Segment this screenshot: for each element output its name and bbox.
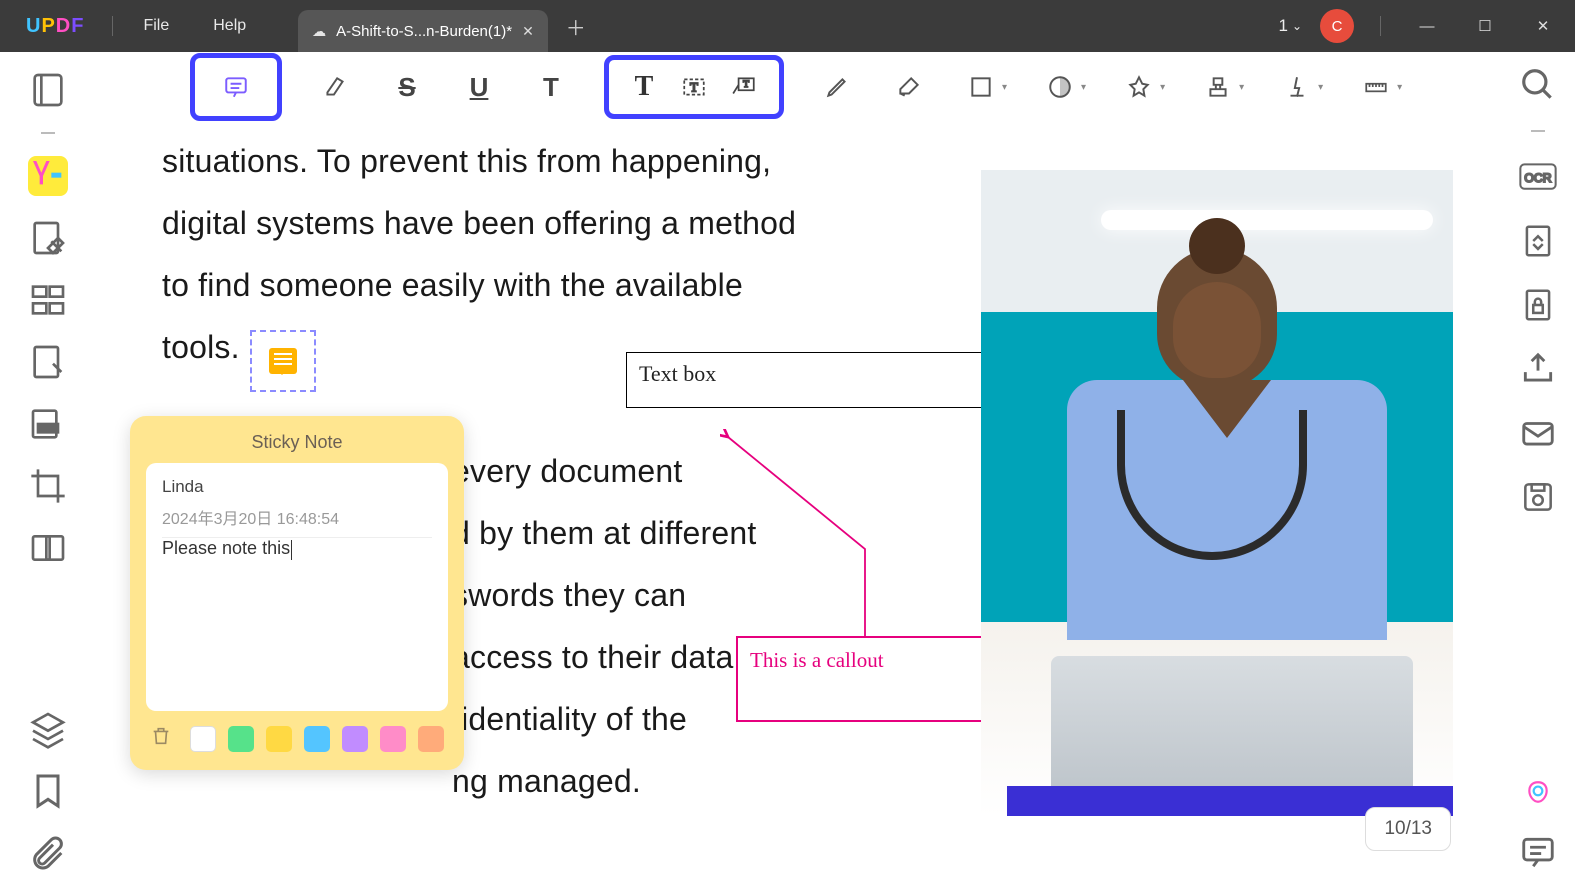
sticky-body: Linda 2024年3月20日 16:48:54 Please note th… bbox=[146, 463, 448, 711]
comment-tool[interactable] bbox=[28, 156, 68, 196]
share-tool[interactable] bbox=[1519, 350, 1557, 388]
menu-help[interactable]: Help bbox=[191, 17, 268, 35]
color-orange[interactable] bbox=[418, 726, 444, 752]
text-tools-selection: T T T bbox=[604, 55, 784, 119]
annotation-toolbar: S U T T T T ▾ ▾ ▾ ▾ ▾ ▾ bbox=[190, 58, 1402, 116]
callout-annotation[interactable]: This is a callout bbox=[736, 636, 1020, 722]
sticky-note-marker[interactable] bbox=[250, 330, 316, 392]
page: situations. To prevent this from happeni… bbox=[102, 124, 1491, 887]
cloud-icon: ☁ bbox=[312, 23, 326, 40]
color-white[interactable] bbox=[190, 726, 216, 752]
highlight-tool[interactable] bbox=[316, 68, 354, 106]
sticky-note-selection bbox=[190, 53, 282, 121]
eraser-tool[interactable] bbox=[890, 68, 928, 106]
document-tab[interactable]: ☁ A-Shift-to-S...n-Burden(1)* ✕ bbox=[298, 10, 548, 52]
tab-title: A-Shift-to-S...n-Burden(1)* bbox=[336, 23, 512, 40]
color-purple[interactable] bbox=[342, 726, 368, 752]
svg-text:OCR: OCR bbox=[1524, 171, 1551, 185]
reader-tool[interactable] bbox=[28, 70, 68, 110]
version-indicator[interactable]: 1⌄ bbox=[1278, 16, 1302, 36]
app-logo: UPDF bbox=[0, 15, 104, 38]
document-view[interactable]: situations. To prevent this from happeni… bbox=[102, 124, 1491, 887]
titlebar: UPDF File Help ☁ A-Shift-to-S...n-Burden… bbox=[0, 0, 1575, 52]
new-tab-button[interactable]: ＋ bbox=[548, 12, 604, 41]
close-button[interactable]: ✕ bbox=[1523, 6, 1563, 46]
protect-tool[interactable] bbox=[1519, 286, 1557, 324]
text-cursor bbox=[291, 540, 292, 560]
squiggly-tool[interactable]: T bbox=[532, 68, 570, 106]
minimize-button[interactable]: — bbox=[1407, 6, 1447, 46]
sticky-title: Sticky Note bbox=[146, 432, 448, 463]
stamp2-tool[interactable]: ▾ bbox=[1199, 68, 1244, 106]
trash-icon[interactable] bbox=[150, 725, 172, 752]
sticky-date: 2024年3月20日 16:48:54 bbox=[162, 505, 432, 538]
sticky-content[interactable]: Please note this bbox=[162, 538, 290, 558]
menu-file[interactable]: File bbox=[121, 17, 191, 35]
signature-tool[interactable]: ▾ bbox=[1278, 68, 1323, 106]
textbox-annotation[interactable]: Text box bbox=[626, 352, 1030, 408]
updf-ai-icon[interactable] bbox=[1519, 773, 1557, 811]
right-sidebar: OCR bbox=[1501, 52, 1575, 893]
titlebar-right: 1⌄ C — ☐ ✕ bbox=[1278, 6, 1575, 46]
measure-tool[interactable]: ▾ bbox=[1357, 68, 1402, 106]
paragraph-text-2: every document d by them at different sw… bbox=[452, 440, 756, 812]
svg-text:T: T bbox=[743, 79, 749, 90]
document-image bbox=[981, 170, 1453, 816]
color-green[interactable] bbox=[228, 726, 254, 752]
pencil-tool[interactable] bbox=[818, 68, 856, 106]
user-avatar[interactable]: C bbox=[1320, 9, 1354, 43]
ocr-tool[interactable]: OCR bbox=[1519, 158, 1557, 196]
left-sidebar bbox=[0, 52, 96, 893]
sticky-author: Linda bbox=[162, 477, 432, 497]
text-tool[interactable]: T bbox=[625, 68, 663, 106]
compare-tool[interactable] bbox=[28, 528, 68, 568]
shape-tool[interactable]: ▾ bbox=[962, 68, 1007, 106]
organize-tool[interactable] bbox=[28, 280, 68, 320]
app-body: OCR S U T T T T ▾ ▾ ▾ ▾ ▾ ▾ bbox=[0, 52, 1575, 893]
note-icon bbox=[269, 348, 297, 374]
layers-tool[interactable] bbox=[28, 709, 68, 749]
sticky-colors bbox=[146, 711, 448, 754]
attach-tool[interactable] bbox=[28, 833, 68, 873]
textbox-tool[interactable]: T bbox=[675, 68, 713, 106]
save-tool[interactable] bbox=[1519, 478, 1557, 516]
sticky-note-tool[interactable] bbox=[217, 68, 255, 106]
callout-tool[interactable]: T bbox=[725, 68, 763, 106]
color-pink[interactable] bbox=[380, 726, 406, 752]
comments-panel-icon[interactable] bbox=[1519, 833, 1557, 871]
color-blue[interactable] bbox=[304, 726, 330, 752]
pin-tool[interactable]: ▾ bbox=[1120, 68, 1165, 106]
redact-tool[interactable] bbox=[28, 404, 68, 444]
separator bbox=[41, 132, 55, 134]
stamp-tool[interactable]: ▾ bbox=[1041, 68, 1086, 106]
bookmark-tool[interactable] bbox=[28, 771, 68, 811]
sticky-note-popup[interactable]: Sticky Note Linda 2024年3月20日 16:48:54 Pl… bbox=[130, 416, 464, 770]
svg-text:T: T bbox=[690, 79, 698, 94]
separator bbox=[1531, 130, 1545, 132]
tabs: ☁ A-Shift-to-S...n-Burden(1)* ✕ ＋ bbox=[298, 0, 604, 52]
callout-arrow bbox=[720, 429, 940, 649]
search-icon[interactable] bbox=[1519, 66, 1557, 104]
convert-tool[interactable] bbox=[1519, 222, 1557, 260]
divider bbox=[112, 16, 113, 36]
strikethrough-tool[interactable]: S bbox=[388, 68, 426, 106]
divider bbox=[1380, 16, 1381, 36]
page-indicator[interactable]: 10/13 bbox=[1365, 807, 1451, 851]
color-yellow[interactable] bbox=[266, 726, 292, 752]
tab-close-icon[interactable]: ✕ bbox=[522, 23, 534, 40]
maximize-button[interactable]: ☐ bbox=[1465, 6, 1505, 46]
email-tool[interactable] bbox=[1519, 414, 1557, 452]
fill-sign-tool[interactable] bbox=[28, 342, 68, 382]
underline-tool[interactable]: U bbox=[460, 68, 498, 106]
edit-tool[interactable] bbox=[28, 218, 68, 258]
crop-tool[interactable] bbox=[28, 466, 68, 506]
